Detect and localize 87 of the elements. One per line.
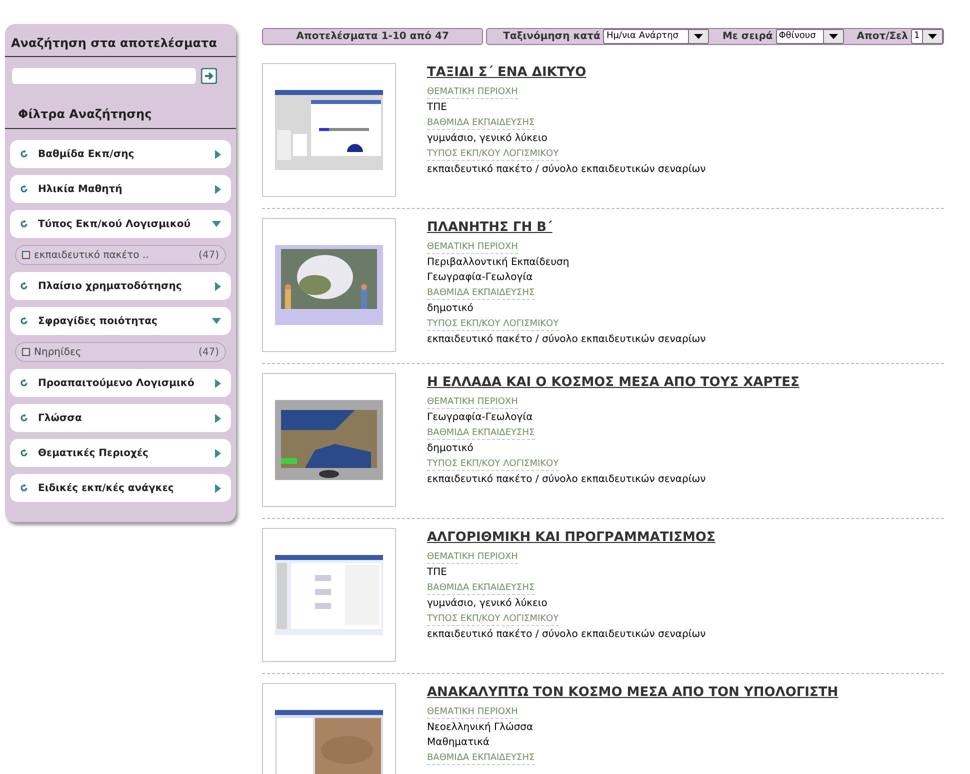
field-label: ΤΥΠΟΣ ΕΚΠ/ΚΟΥ ΛΟΓΙΣΜΙΚΟΥ — [427, 458, 559, 470]
field-label: ΒΑΘΜΙΔΑ ΕΚΠΑΙΔΕΥΣΗΣ — [427, 582, 535, 594]
thumbnail-frame[interactable] — [262, 63, 396, 197]
filter-item[interactable]: Βαθμίδα Εκπ/σης — [10, 140, 231, 168]
filter-item[interactable]: Ειδικές εκπ/κές ανάγκες — [10, 474, 231, 502]
filter-item[interactable]: Σφραγίδες ποιότητας — [10, 307, 231, 335]
checkbox[interactable] — [22, 348, 30, 356]
field-value: δημοτικό — [427, 302, 474, 314]
filters-title: Φίλτρα Αναζήτησης — [5, 105, 236, 129]
caret-right-icon — [215, 378, 221, 388]
caret-down-icon — [212, 221, 221, 227]
field-value: δημοτικό — [427, 442, 474, 454]
field-label: ΤΥΠΟΣ ΕΚΠ/ΚΟΥ ΛΟΓΙΣΜΙΚΟΥ — [427, 612, 559, 626]
refresh-icon — [20, 282, 28, 290]
field-label: ΘΕΜΑΤΙΚΗ ΠΕΡΙΟΧΗ — [427, 240, 518, 254]
field-value: Περιβαλλοντική Εκπαίδευση — [427, 256, 570, 268]
filter-item[interactable]: Ηλικία Μαθητή — [10, 175, 231, 203]
option-label: Νηρηίδες — [34, 346, 82, 360]
field-value: Γεωγραφία-Γεωλογία — [427, 410, 533, 424]
field-label: ΘΕΜΑΤΙΚΗ ΠΕΡΙΟΧΗ — [427, 550, 518, 564]
result-title[interactable]: ΑΝΑΚΑΛΥΠΤΩ ΤΟΝ ΚΟΣΜΟ ΜΕΣΑ ΑΠΟ ΤΟΝ ΥΠΟΛΟΓΙΣΤΗ — [427, 683, 838, 702]
option-count: (47) — [198, 248, 219, 262]
filter-item[interactable]: Πλαίσιο χρηματοδότησης — [10, 272, 231, 300]
filter-item[interactable]: Γλώσσα — [10, 404, 231, 432]
field-label: ΒΑΘΜΙΔΑ ΕΚΠΑΙΔΕΥΣΗΣ — [427, 426, 535, 440]
result-title[interactable]: Η ΕΛΛΑΔΑ ΚΑΙ Ο ΚΟΣΜΟΣ ΜΕΣΑ ΑΠΟ ΤΟΥΣ ΧΑΡΤΕΣ — [427, 373, 800, 392]
search-field[interactable] — [11, 67, 197, 85]
caret-right-icon — [215, 282, 221, 290]
filter-item[interactable]: Προαπαιτούμενο Λογισμικό — [10, 369, 231, 397]
thumbnail-frame[interactable] — [262, 528, 396, 662]
caret-down-icon — [212, 318, 221, 324]
sort-label: Ταξινόμηση κατά — [503, 30, 600, 44]
result-title[interactable]: ΑΛΓΟΡΙΘΜΙΚΗ ΚΑΙ ΠΡΟΓΡΑΜΜΑΤΙΣΜΟΣ — [427, 528, 716, 548]
option-count: (47) — [198, 346, 219, 360]
field-label: ΒΑΘΜΙΔΑ ΕΚΠΑΙΔΕΥΣΗΣ — [427, 286, 535, 300]
caret-right-icon — [215, 414, 221, 422]
field-value: Μαθηματικά — [427, 736, 490, 748]
checkbox[interactable] — [22, 251, 30, 259]
field-label: ΘΕΜΑΤΙΚΗ ΠΕΡΙΟΧΗ — [427, 396, 518, 408]
field-value: Νεοελληνική Γλώσσα — [427, 720, 534, 734]
filter-option[interactable]: Νηρηίδες (47) — [15, 342, 226, 362]
field-label: ΒΑΘΜΙΔΑ ΕΚΠΑΙΔΕΥΣΗΣ — [427, 116, 535, 130]
sidebar-title: Αναζήτηση στα αποτελέσματα — [5, 24, 236, 57]
field-label: ΘΕΜΑΤΙΚΗ ΠΕΡΙΟΧΗ — [427, 706, 518, 718]
option-label: εκπαιδευτικό πακέτο .. — [34, 248, 150, 262]
refresh-icon — [20, 449, 28, 457]
caret-right-icon — [215, 184, 221, 194]
filter-item[interactable]: Τύπος Εκπ/κού Λογισμικού — [10, 210, 231, 238]
field-value: εκπαιδευτικό πακέτο / σύνολο εκπαιδευτικών σεναρίων — [427, 332, 706, 346]
arrow-right-icon[interactable] — [201, 68, 217, 84]
refresh-icon — [20, 379, 28, 387]
field-value: Γεωγραφία-Γεωλογία — [427, 270, 533, 284]
caret-right-icon — [215, 150, 221, 158]
refresh-icon — [20, 414, 28, 422]
field-label: ΤΥΠΟΣ ΕΚΠ/ΚΟΥ ΛΟΓΙΣΜΙΚΟΥ — [427, 148, 559, 160]
field-label: ΘΕΜΑΤΙΚΗ ΠΕΡΙΟΧΗ — [427, 86, 518, 98]
dropdown[interactable]: Φθίνουσ — [776, 29, 844, 44]
result-title[interactable]: ΤΑΞΙΔΙ Σ΄ ΕΝΑ ΔΙΚΤΥΟ — [427, 63, 706, 82]
field-value: ΤΠΕ — [427, 100, 447, 114]
refresh-icon — [20, 484, 28, 492]
caret-down-icon — [928, 34, 937, 39]
thumbnail-frame[interactable] — [262, 218, 396, 352]
field-value: γυμνάσιο, γενικό λύκειο — [427, 132, 548, 144]
field-value: εκπαιδευτικό πακέτο / σύνολο εκπαιδευτικών σεναρίων — [427, 472, 706, 486]
refresh-icon — [20, 150, 28, 158]
field-value: ΤΠΕ — [427, 566, 447, 578]
dropdown[interactable]: 1 — [911, 29, 943, 44]
field-value: εκπαιδευτικό πακέτο / σύνολο εκπαιδευτικών σεναρίων — [427, 628, 706, 640]
field-label: ΒΑΘΜΙΔΑ ΕΚΠΑΙΔΕΥΣΗΣ — [427, 752, 535, 764]
results-count: Αποτελέσματα 1-10 από 47 — [262, 28, 484, 45]
refresh-icon — [20, 317, 28, 325]
thumbnail-frame[interactable] — [262, 373, 396, 507]
field-value: εκπαιδευτικό πακέτο / σύνολο εκπαιδευτικών σεναρίων — [427, 162, 706, 176]
field-value: γυμνάσιο, γενικό λύκειο — [427, 596, 548, 610]
caret-right-icon — [215, 448, 221, 458]
result-title[interactable]: ΠΛΑΝΗΤΗΣ ΓΗ Β΄ — [427, 218, 706, 238]
filter-option[interactable]: εκπαιδευτικό πακέτο .. (47) — [15, 245, 226, 265]
filter-item[interactable]: Θεματικές Περιοχές — [10, 439, 231, 467]
refresh-icon — [20, 185, 28, 193]
dropdown[interactable]: Ημ/νια Ανάρτησ — [603, 29, 710, 44]
caret-down-icon — [828, 34, 838, 39]
field-label: ΤΥΠΟΣ ΕΚΠ/ΚΟΥ ΛΟΓΙΣΜΙΚΟΥ — [427, 318, 559, 330]
order-label: Με σειρά — [722, 30, 773, 44]
caret-down-icon — [694, 34, 704, 39]
caret-right-icon — [215, 484, 221, 492]
per-page-label: Αποτ/Σελ — [856, 30, 908, 44]
refresh-icon — [20, 220, 28, 228]
